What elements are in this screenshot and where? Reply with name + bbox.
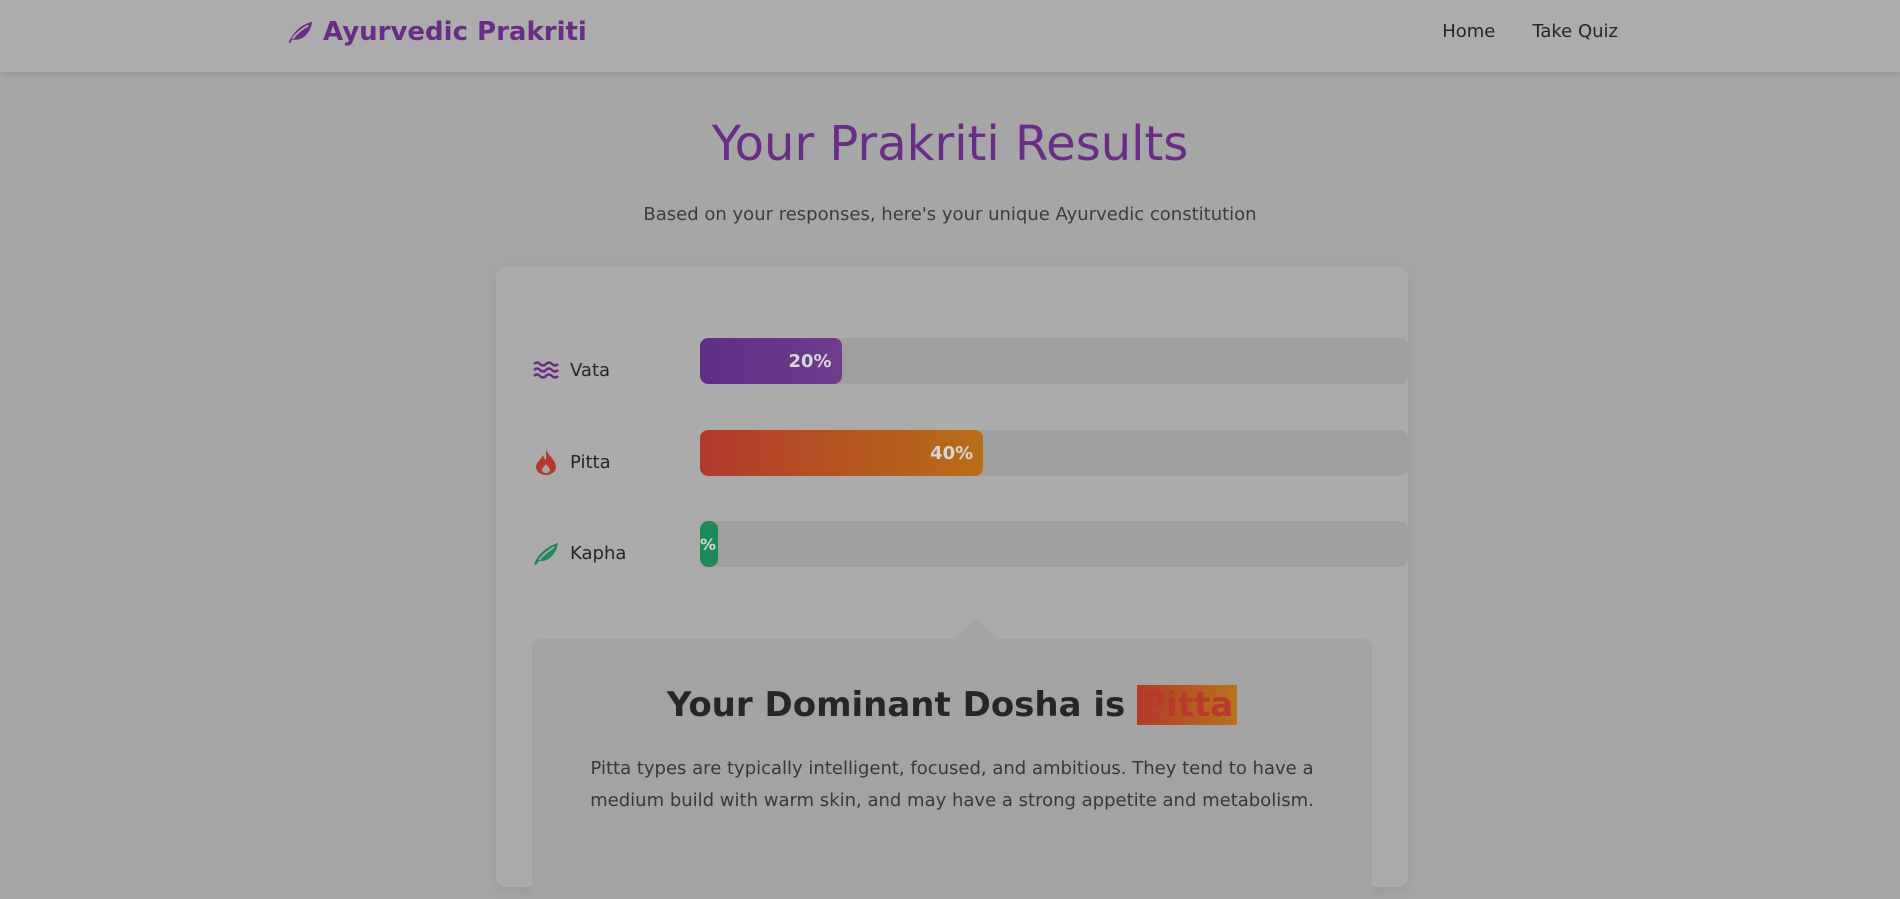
dosha-bar-track-kapha: % bbox=[700, 521, 1408, 567]
dosha-bar-fill-kapha: % bbox=[700, 521, 719, 567]
nav-home-link[interactable]: Home bbox=[1442, 18, 1495, 46]
dominant-dosha-description: Pitta types are typically intelligent, f… bbox=[590, 758, 1314, 811]
main-nav: Home Take Quiz bbox=[1442, 18, 1618, 46]
page-subtitle: Based on your responses, here's your uni… bbox=[643, 204, 1257, 225]
dominant-heading-prefix: Your Dominant Dosha is bbox=[666, 685, 1126, 725]
dosha-row-pitta: Pitta 40% bbox=[532, 430, 1408, 476]
dominant-dosha-name: Pitta bbox=[1137, 685, 1238, 725]
dosha-label-pitta: Pitta bbox=[532, 430, 692, 476]
dominant-dosha-heading: Your Dominant Dosha is Pitta bbox=[532, 683, 1372, 727]
page-title: Your Prakriti Results bbox=[711, 116, 1189, 172]
dosha-percent: % bbox=[700, 534, 717, 554]
leaf-icon bbox=[285, 17, 315, 47]
brand-name: Ayurvedic Prakriti bbox=[323, 17, 587, 47]
dosha-percent: 40% bbox=[930, 442, 974, 464]
dosha-bar-fill-vata: 20% bbox=[700, 338, 842, 384]
dosha-name: Vata bbox=[570, 359, 611, 381]
results-card: Vata 20% Pitta 40% Kapha % Your Dominant… bbox=[496, 267, 1408, 899]
wind-waves-icon bbox=[532, 338, 560, 384]
dosha-bar-track-vata: 20% bbox=[700, 338, 1408, 384]
dosha-row-vata: Vata 20% bbox=[532, 338, 1408, 384]
brand-logo[interactable]: Ayurvedic Prakriti bbox=[285, 14, 587, 50]
dosha-label-vata: Vata bbox=[532, 338, 692, 384]
dosha-bar-fill-pitta: 40% bbox=[700, 430, 984, 476]
fire-drop-icon bbox=[532, 430, 560, 476]
dosha-percent: 20% bbox=[788, 350, 832, 372]
result-pointer bbox=[956, 617, 996, 639]
dominant-dosha-panel: Your Dominant Dosha is Pitta Pitta types… bbox=[532, 639, 1372, 899]
dosha-name: Kapha bbox=[570, 542, 627, 564]
leaf-icon bbox=[532, 521, 560, 567]
top-navbar: Ayurvedic Prakriti Home Take Quiz bbox=[0, 0, 1900, 72]
dosha-bar-track-pitta: 40% bbox=[700, 430, 1408, 476]
nav-take-quiz-link[interactable]: Take Quiz bbox=[1532, 18, 1618, 46]
dosha-row-kapha: Kapha % bbox=[532, 521, 1408, 567]
dosha-label-kapha: Kapha bbox=[532, 521, 692, 567]
dosha-name: Pitta bbox=[570, 451, 611, 473]
